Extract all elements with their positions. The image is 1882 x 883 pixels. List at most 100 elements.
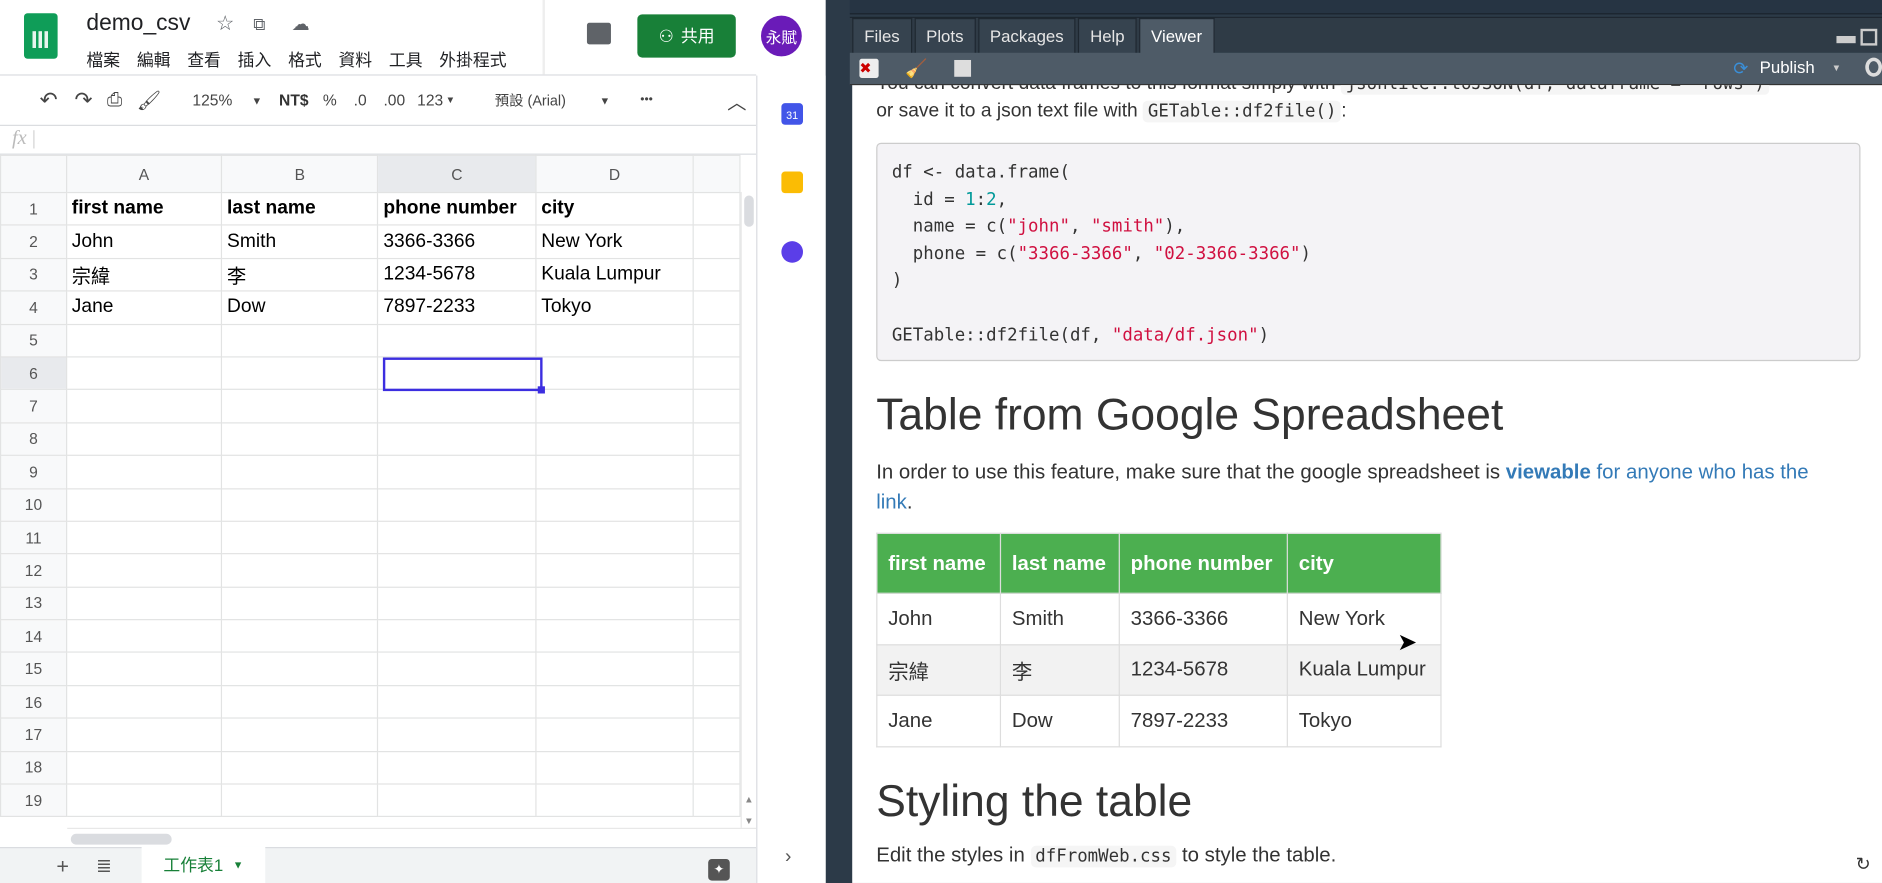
viewable-link[interactable]: viewable bbox=[1506, 461, 1591, 484]
cell[interactable] bbox=[65, 487, 223, 522]
cell[interactable] bbox=[535, 717, 694, 752]
cell[interactable] bbox=[692, 619, 741, 654]
cell[interactable] bbox=[535, 520, 694, 555]
cell[interactable] bbox=[377, 421, 537, 457]
select-all-corner[interactable] bbox=[0, 154, 67, 194]
cell[interactable] bbox=[535, 487, 694, 522]
cell[interactable]: Smith bbox=[221, 224, 379, 259]
cell[interactable]: 宗緯 bbox=[65, 257, 223, 292]
more-button[interactable]: ••• bbox=[640, 94, 653, 107]
cell[interactable] bbox=[221, 717, 379, 752]
popout-icon[interactable] bbox=[954, 59, 972, 77]
tab-help[interactable]: Help bbox=[1078, 17, 1137, 54]
row-header[interactable]: 6 bbox=[0, 356, 67, 391]
column-header[interactable] bbox=[692, 154, 741, 194]
cell[interactable]: last name bbox=[221, 191, 379, 227]
cell[interactable] bbox=[221, 619, 379, 654]
column-header[interactable]: B bbox=[221, 154, 379, 194]
cell[interactable] bbox=[535, 750, 694, 785]
cell[interactable] bbox=[535, 684, 694, 719]
cell[interactable] bbox=[692, 684, 741, 719]
row-header[interactable]: 10 bbox=[0, 487, 67, 522]
cell[interactable] bbox=[377, 323, 537, 358]
row-header[interactable]: 12 bbox=[0, 553, 67, 588]
collapse-chevron-up-icon[interactable]: ︿ bbox=[727, 86, 746, 115]
cell[interactable]: John bbox=[65, 224, 223, 259]
menu-edit[interactable]: 編輯 bbox=[137, 48, 171, 72]
cell[interactable] bbox=[692, 487, 741, 522]
tasks-icon[interactable] bbox=[781, 241, 804, 263]
cell[interactable]: phone number bbox=[377, 191, 537, 227]
cell[interactable] bbox=[692, 323, 741, 358]
cell[interactable]: 1234-5678 bbox=[377, 257, 537, 292]
row-header[interactable]: 19 bbox=[0, 783, 67, 818]
cell[interactable] bbox=[221, 553, 379, 588]
cell[interactable] bbox=[221, 454, 379, 489]
cell[interactable] bbox=[65, 750, 223, 785]
row-header[interactable]: 15 bbox=[0, 651, 67, 687]
calendar-icon[interactable]: 31 bbox=[781, 103, 804, 125]
avatar[interactable]: 永賦 bbox=[760, 15, 802, 57]
cell[interactable] bbox=[692, 717, 741, 752]
cell[interactable] bbox=[535, 323, 694, 358]
cell[interactable] bbox=[221, 684, 379, 719]
remove-viewer-icon[interactable]: ✖ bbox=[859, 58, 879, 78]
cell[interactable] bbox=[535, 553, 694, 588]
menu-file[interactable]: 檔案 bbox=[86, 48, 120, 72]
print-icon[interactable]: ⎙ bbox=[107, 89, 122, 111]
vertical-scroll-thumb[interactable] bbox=[744, 195, 754, 227]
reload-icon[interactable]: ↻ bbox=[1856, 853, 1871, 874]
sheet-tab[interactable]: 工作表1 ▼ bbox=[141, 846, 266, 883]
row-header[interactable]: 11 bbox=[0, 520, 67, 555]
cell[interactable] bbox=[377, 553, 537, 588]
row-header[interactable]: 3 bbox=[0, 257, 67, 292]
chevron-down-icon[interactable]: ▼ bbox=[1832, 62, 1842, 73]
redo-icon[interactable]: ↷ bbox=[75, 88, 93, 113]
cell[interactable] bbox=[377, 783, 537, 818]
refresh-icon[interactable] bbox=[1865, 57, 1882, 77]
cell[interactable] bbox=[692, 454, 741, 489]
share-button[interactable]: ⚇ 共用 bbox=[637, 14, 736, 58]
cell[interactable] bbox=[535, 619, 694, 654]
spreadsheet-grid[interactable]: A B C D 1 first name last name phone number… bbox=[0, 154, 741, 827]
cell[interactable]: first name bbox=[65, 191, 223, 227]
cell[interactable] bbox=[377, 586, 537, 621]
cell[interactable] bbox=[221, 750, 379, 785]
row-header[interactable]: 4 bbox=[0, 290, 67, 325]
row-header[interactable]: 9 bbox=[0, 454, 67, 489]
cell[interactable] bbox=[692, 421, 741, 457]
cell[interactable] bbox=[377, 454, 537, 489]
cell[interactable]: Jane bbox=[65, 290, 223, 325]
cell[interactable] bbox=[535, 356, 694, 391]
cell[interactable] bbox=[221, 520, 379, 555]
star-icon[interactable]: ☆ bbox=[216, 12, 234, 36]
cell[interactable] bbox=[65, 651, 223, 687]
undo-icon[interactable]: ↶ bbox=[40, 88, 58, 113]
currency-button[interactable]: NT$ bbox=[279, 91, 308, 109]
cell[interactable] bbox=[65, 421, 223, 457]
clear-broom-icon[interactable]: 🧹 bbox=[905, 58, 927, 79]
cloud-saved-icon[interactable]: ☁ bbox=[292, 13, 310, 34]
row-header[interactable]: 2 bbox=[0, 224, 67, 259]
cell[interactable] bbox=[377, 520, 537, 555]
cell[interactable]: 3366-3366 bbox=[377, 224, 537, 259]
cell[interactable] bbox=[692, 191, 741, 227]
cell[interactable] bbox=[692, 651, 741, 687]
decrease-decimal-button[interactable]: .0 bbox=[354, 91, 367, 109]
menu-view[interactable]: 查看 bbox=[187, 48, 221, 72]
menu-insert[interactable]: 插入 bbox=[238, 48, 272, 72]
cell[interactable] bbox=[535, 421, 694, 457]
cell[interactable] bbox=[221, 651, 379, 687]
explore-icon[interactable]: ✦ bbox=[708, 858, 730, 881]
cell[interactable] bbox=[65, 586, 223, 621]
tab-files[interactable]: Files bbox=[852, 17, 912, 54]
column-header[interactable]: C bbox=[377, 154, 537, 194]
cell[interactable] bbox=[65, 389, 223, 424]
cell[interactable] bbox=[65, 619, 223, 654]
cell[interactable]: Tokyo bbox=[535, 290, 694, 325]
menu-data[interactable]: 資料 bbox=[338, 48, 372, 72]
font-select[interactable]: 預設 (Arial) bbox=[495, 90, 566, 110]
cell[interactable] bbox=[377, 651, 537, 687]
document-title[interactable]: demo_csv bbox=[86, 11, 190, 37]
cell[interactable] bbox=[221, 586, 379, 621]
